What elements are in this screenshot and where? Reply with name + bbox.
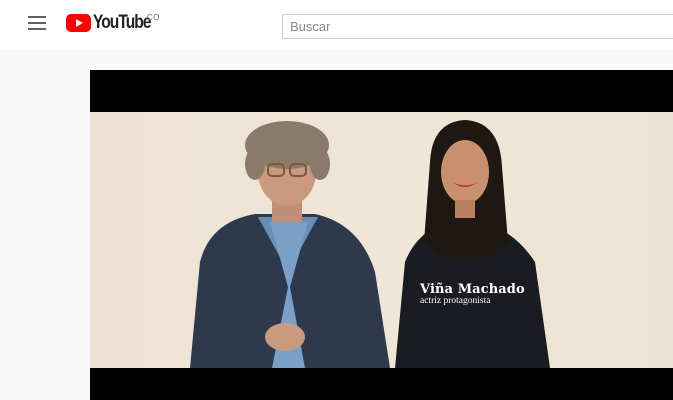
play-logo-icon: [66, 14, 91, 32]
masthead: YouTube CO Buscar: [0, 0, 673, 49]
caption-name: Viña Machado: [420, 282, 525, 297]
country-code: CO: [147, 13, 160, 22]
lower-third-caption: Viña Machado actriz protagonista: [420, 282, 525, 306]
logo-text: YouTube: [93, 12, 151, 33]
video-player[interactable]: Viña Machado actriz protagonista: [90, 70, 673, 400]
search-placeholder: Buscar: [290, 19, 331, 34]
search-input[interactable]: Buscar: [282, 14, 673, 39]
man-figure: [190, 121, 390, 368]
caption-role: actriz protagonista: [420, 296, 491, 306]
video-scene: [190, 120, 550, 368]
menu-icon[interactable]: [28, 16, 46, 30]
woman-figure: [395, 120, 550, 368]
video-frame: Viña Machado actriz protagonista: [90, 112, 673, 368]
